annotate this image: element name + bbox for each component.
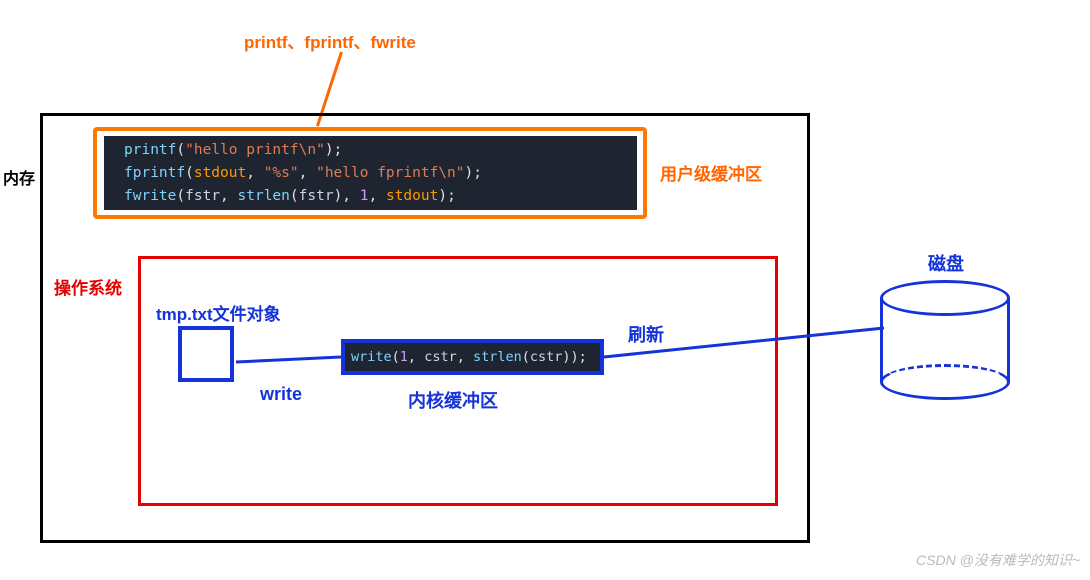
code-num: 1 (360, 188, 369, 204)
kernel-buffer-label: 内核缓冲区 (408, 387, 498, 413)
code-fn: write (351, 349, 392, 365)
kernel-buffer-code: write(1, cstr, strlen(cstr)); (345, 343, 600, 371)
code-str: "hello printf\n" (185, 142, 325, 158)
disk-cylinder-icon (880, 280, 1010, 400)
code-fn: fwrite (124, 188, 176, 204)
disk-label: 磁盘 (928, 250, 964, 276)
code-fn: strlen (238, 188, 290, 204)
code-var: cstr (424, 349, 457, 365)
os-box (138, 256, 778, 506)
title-printf-fprintf-fwrite: printf、fprintf、fwrite (244, 28, 416, 53)
write-label: write (260, 384, 302, 405)
user-buffer-label: 用户级缓冲区 (660, 160, 762, 185)
code-num: 1 (400, 349, 408, 365)
code-var: stdout (194, 165, 246, 181)
refresh-label: 刷新 (628, 321, 664, 347)
code-var: stdout (386, 188, 438, 204)
tmp-file-label: tmp.txt文件对象 (156, 300, 281, 325)
os-label: 操作系统 (54, 274, 122, 299)
watermark: CSDN @没有难学的知识~ (916, 550, 1080, 570)
code-fn: strlen (473, 349, 522, 365)
memory-label: 内存 (3, 165, 35, 189)
code-str: "hello fprintf\n" (316, 165, 464, 181)
code-fn: fprintf (124, 165, 185, 181)
code-var: fstr (299, 188, 334, 204)
user-buffer-code: printf("hello printf\n"); fprintf(stdout… (104, 136, 637, 210)
code-var: cstr (530, 349, 563, 365)
code-fn: printf (124, 142, 176, 158)
code-var: fstr (185, 188, 220, 204)
tmp-file-box (178, 326, 234, 382)
code-str: "%s" (264, 165, 299, 181)
